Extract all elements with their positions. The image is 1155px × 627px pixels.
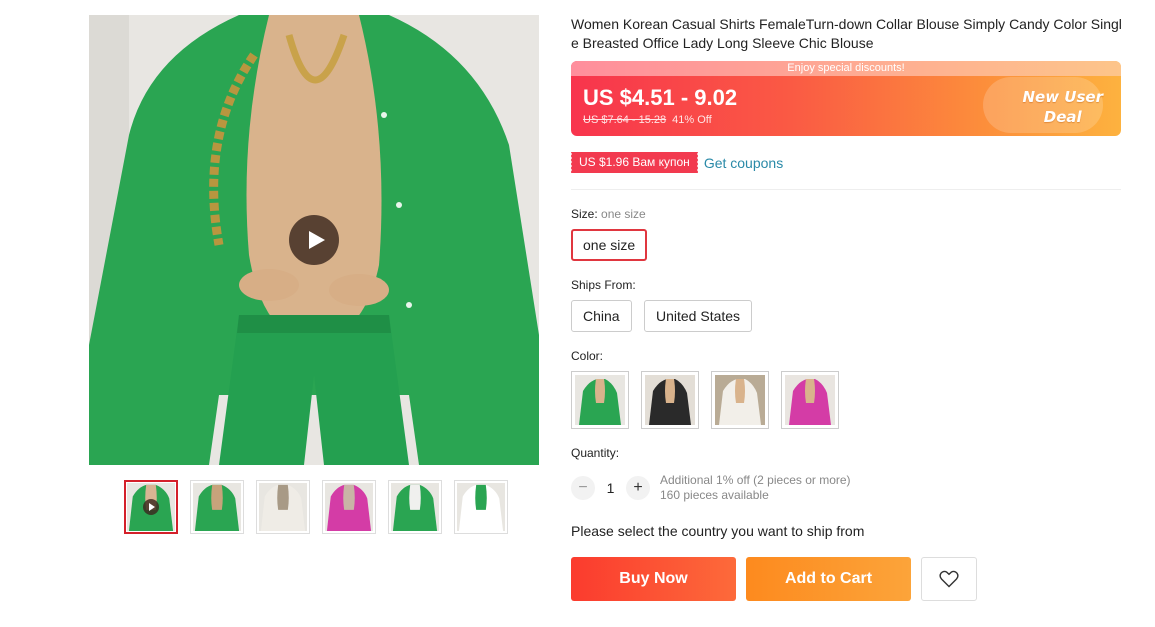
color-swatch-image	[575, 375, 625, 425]
color-label: Color:	[571, 349, 604, 363]
color-swatch-image	[715, 375, 765, 425]
current-price: US $4.51 - 9.02	[583, 85, 738, 110]
discount-banner-text: Enjoy special discounts!	[571, 61, 1121, 76]
play-icon	[143, 499, 159, 515]
quantity-label: Quantity:	[571, 446, 620, 460]
quantity-stepper: − 1 + Additional 1% off (2 pieces or mor…	[571, 473, 851, 503]
product-title: Women Korean Casual Shirts FemaleTurn-do…	[571, 16, 1122, 51]
color-swatch-black[interactable]	[641, 371, 699, 429]
thumbnail-image	[325, 483, 373, 531]
coupon-row: US $1.96 Вам купон Get coupons	[570, 152, 783, 173]
quantity-value[interactable]: 1	[595, 480, 626, 496]
color-swatch-image	[785, 375, 835, 425]
color-swatch-image	[645, 375, 695, 425]
original-price: US $7.64 - 15.28	[583, 114, 667, 126]
ships-from-label: Ships From:	[571, 278, 636, 292]
ships-from-china[interactable]: China	[571, 300, 632, 332]
ships-from-united-states[interactable]: United States	[644, 300, 753, 332]
size-selected-value: one size	[601, 207, 646, 221]
divider	[571, 189, 1121, 190]
deal-line-1: New User	[1022, 88, 1104, 106]
ship-country-note: Please select the country you want to sh…	[571, 523, 865, 539]
deal-line-2: Deal	[1043, 108, 1082, 126]
heart-icon	[939, 570, 959, 588]
quantity-increase-button[interactable]: +	[626, 476, 650, 500]
bulk-offer-text: Additional 1% off (2 pieces or more)	[660, 473, 851, 487]
quantity-decrease-button[interactable]: −	[571, 476, 595, 500]
thumbnail-strip	[124, 480, 508, 534]
play-icon	[308, 231, 325, 249]
price-banner: Enjoy special discounts! US $4.51 - 9.02…	[571, 61, 1121, 136]
size-label: Size: one size	[571, 207, 646, 221]
thumbnail-image	[193, 483, 241, 531]
color-swatch-white[interactable]	[711, 371, 769, 429]
thumbnail-image	[457, 483, 505, 531]
play-video-button[interactable]	[289, 215, 339, 265]
wishlist-button[interactable]	[921, 557, 977, 601]
size-option-one-size[interactable]: one size	[571, 229, 648, 261]
thumbnail-size-chart[interactable]	[454, 480, 508, 534]
new-user-deal-badge: New User Deal	[1023, 87, 1104, 127]
buy-now-button[interactable]: Buy Now	[571, 557, 736, 601]
original-price-row: US $7.64 - 15.28 41% Off	[583, 114, 712, 126]
thumbnail-green-video[interactable]	[124, 480, 178, 534]
thumbnail-green-sitting[interactable]	[190, 480, 244, 534]
get-coupons-link[interactable]: Get coupons	[704, 155, 783, 171]
stock-available-text: 160 pieces available	[660, 488, 769, 502]
thumbnail-pink-shirt[interactable]	[322, 480, 376, 534]
discount-percent: 41% Off	[672, 114, 712, 126]
quantity-info: Additional 1% off (2 pieces or more) 160…	[660, 473, 851, 503]
thumbnail-green-collage[interactable]	[388, 480, 442, 534]
color-swatch-pink[interactable]	[781, 371, 839, 429]
add-to-cart-button[interactable]: Add to Cart	[746, 557, 911, 601]
main-product-image[interactable]	[89, 15, 539, 465]
size-label-text: Size:	[571, 207, 598, 221]
color-swatch-green[interactable]	[571, 371, 629, 429]
thumbnail-image	[391, 483, 439, 531]
thumbnail-image	[259, 483, 307, 531]
coupon-tag: US $1.96 Вам купон	[570, 152, 698, 173]
thumbnail-white-shirt[interactable]	[256, 480, 310, 534]
